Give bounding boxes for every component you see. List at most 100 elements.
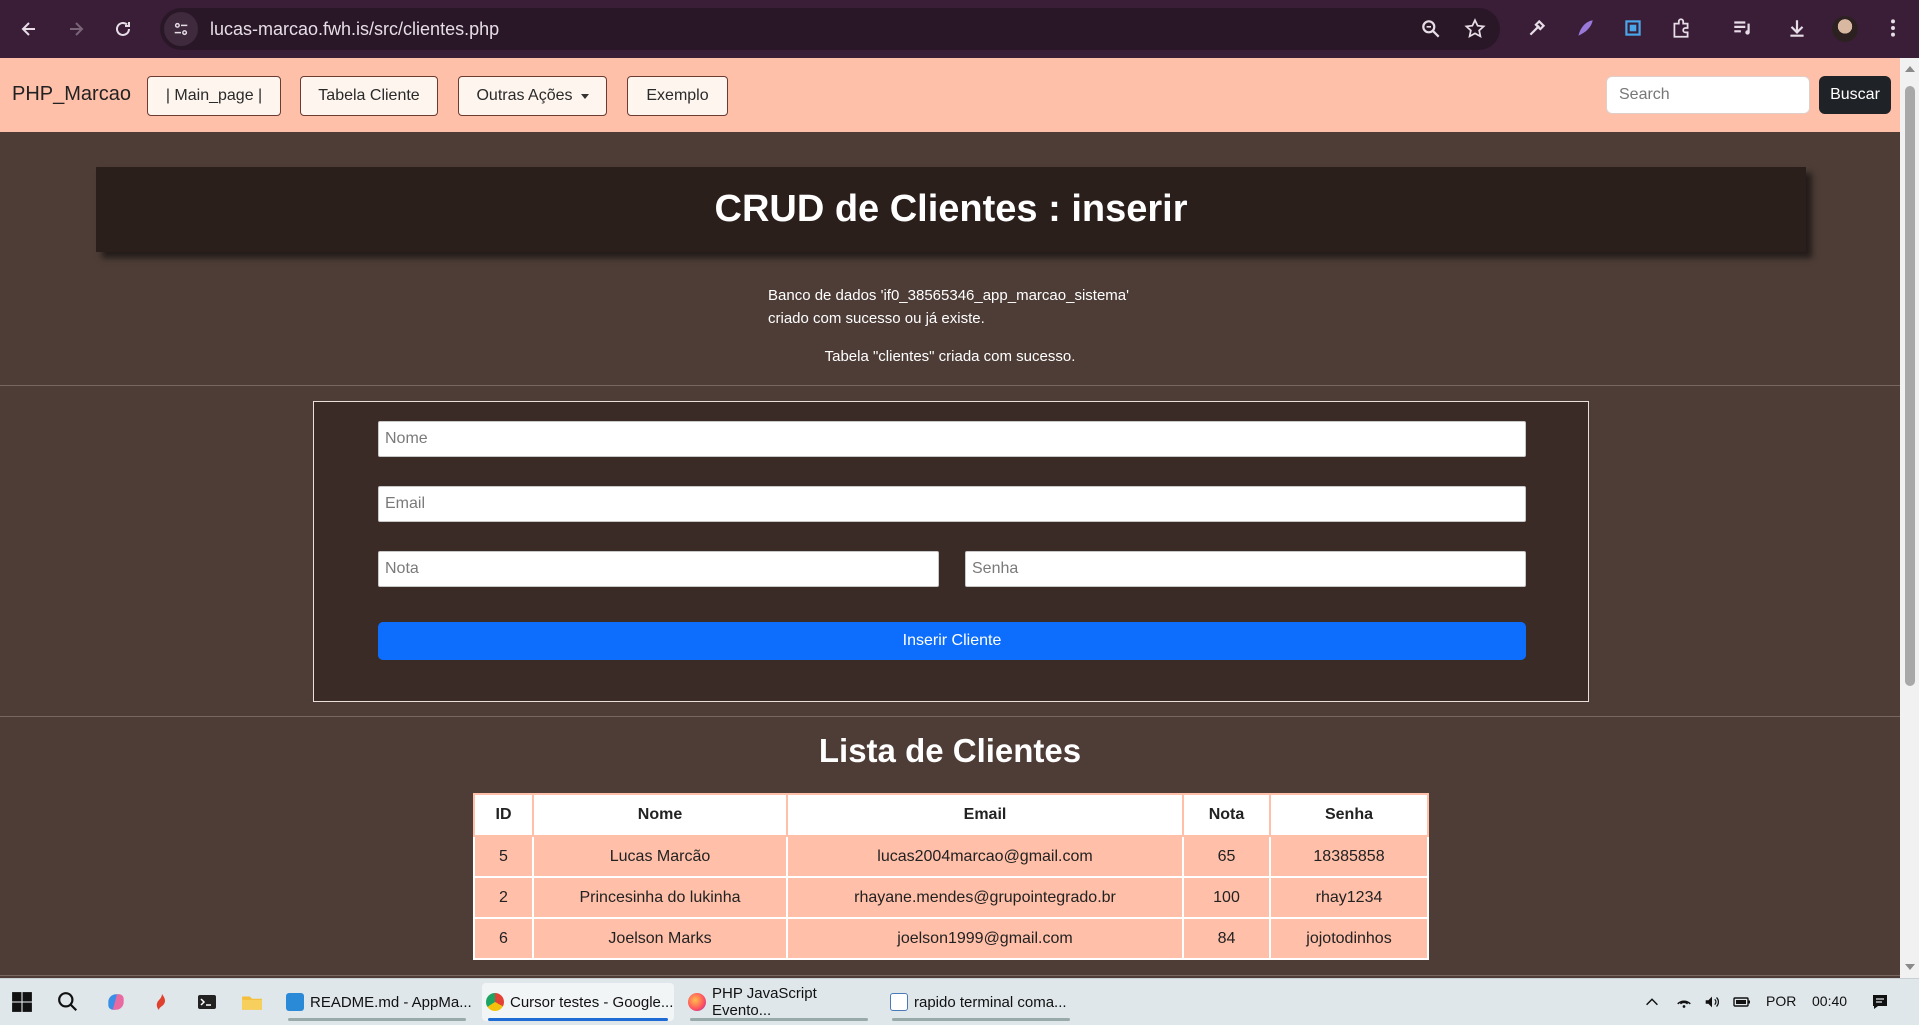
navbar-brand[interactable]: PHP_Marcao (12, 83, 131, 106)
taskbar-app-label: README.md - AppMa... (310, 993, 472, 1011)
clock-time[interactable]: 00:40 (1812, 993, 1847, 1009)
url-text[interactable]: lucas-marcao.fwh.is/src/clientes.php (210, 19, 499, 40)
reload-icon (116, 21, 130, 36)
taskbar-app-label: PHP JavaScript Evento... (712, 985, 817, 1019)
file-explorer-icon[interactable] (238, 988, 266, 1016)
extensions-puzzle-icon[interactable] (1668, 15, 1694, 41)
table-row: 6 Joelson Marks joelson1999@gmail.com 84… (473, 917, 1429, 960)
copilot-icon[interactable] (102, 988, 130, 1016)
cell-nome: Lucas Marcão (532, 835, 788, 878)
cell-nota: 100 (1182, 876, 1271, 919)
senha-field[interactable] (965, 551, 1526, 587)
db-status-message: Banco de dados 'if0_38565346_app_marcao_… (768, 284, 1129, 330)
cell-senha: rhay1234 (1269, 876, 1429, 919)
table-status-message: Tabela "clientes" criada com sucesso. (824, 348, 1076, 365)
firefox-icon (688, 993, 706, 1011)
column-header-email: Email (786, 793, 1184, 837)
cell-nome: Joelson Marks (532, 917, 788, 960)
taskbar-app-label: Cursor testes - Google... (510, 993, 674, 1011)
cell-nota: 84 (1182, 917, 1271, 960)
browser-toolbar: lucas-marcao.fwh.is/src/clientes.php (0, 0, 1919, 58)
zoom-icon[interactable] (1420, 18, 1442, 40)
page-title: CRUD de Clientes : inserir (714, 188, 1188, 230)
taskbar-app-chrome[interactable]: Cursor testes - Google... (482, 983, 674, 1021)
client-list-title: Lista de Clientes (818, 732, 1082, 769)
nome-field[interactable] (378, 421, 1526, 457)
dropdown-label: Outras Ações (476, 87, 573, 104)
scroll-down-icon[interactable] (1905, 964, 1915, 970)
volume-icon[interactable] (1698, 988, 1726, 1016)
column-header-nota: Nota (1182, 793, 1271, 837)
cell-id: 2 (473, 876, 534, 919)
terminal-icon[interactable] (193, 988, 221, 1016)
vscode-icon (286, 993, 304, 1011)
forward-button[interactable] (61, 14, 91, 44)
back-button[interactable] (14, 14, 44, 44)
page-content: CRUD de Clientes : inserir Banco de dado… (0, 132, 1900, 978)
wifi-icon[interactable] (1670, 988, 1698, 1016)
download-icon[interactable] (1784, 15, 1810, 41)
cell-senha: jojotodinhos (1269, 917, 1429, 960)
input-language[interactable]: POR (1766, 993, 1796, 1009)
nota-field[interactable] (378, 551, 939, 587)
more-menu-icon[interactable] (1880, 15, 1906, 41)
page-header: CRUD de Clientes : inserir (96, 167, 1806, 252)
divider (0, 385, 1900, 386)
cell-id: 5 (473, 835, 534, 878)
cell-nota: 65 (1182, 835, 1271, 878)
os-taskbar: README.md - AppMa... Cursor testes - Goo… (0, 978, 1919, 1025)
active-indicator (488, 1018, 668, 1021)
eyedropper-extension-icon[interactable] (1524, 15, 1550, 41)
taskbar-app-firefox[interactable]: PHP JavaScript Evento... (684, 983, 874, 1021)
search-icon[interactable] (54, 988, 82, 1016)
column-header-id: ID (473, 793, 534, 837)
table-row: 5 Lucas Marcão lucas2004marcao@gmail.com… (473, 835, 1429, 878)
table-row: 2 Princesinha do lukinha rhayane.mendes@… (473, 876, 1429, 919)
site-info-icon[interactable] (164, 12, 198, 46)
running-indicator (892, 1018, 1070, 1021)
scroll-up-icon[interactable] (1905, 66, 1915, 72)
media-control-icon[interactable] (1729, 15, 1755, 41)
notepad-icon (890, 993, 908, 1011)
db-status-line-1: Banco de dados 'if0_38565346_app_marcao_… (768, 287, 1129, 304)
arrow-left-icon (21, 22, 35, 36)
nav-tabela-cliente[interactable]: Tabela Cliente (300, 76, 438, 116)
clients-table: ID Nome Email Nota Senha 5 Lucas Marcão … (473, 793, 1429, 960)
divider (0, 975, 1900, 976)
scroll-thumb[interactable] (1905, 86, 1915, 686)
taskbar-app-vscode[interactable]: README.md - AppMa... (282, 983, 472, 1021)
site-navbar: PHP_Marcao | Main_page | Tabela Cliente … (0, 58, 1900, 132)
windows-start-icon[interactable] (8, 988, 36, 1016)
arrow-right-icon (70, 22, 84, 36)
divider (0, 716, 1900, 717)
app-red-icon[interactable] (148, 988, 176, 1016)
page-scrollbar[interactable] (1900, 58, 1919, 978)
taskbar-app-label: rapido terminal coma... (914, 993, 1067, 1011)
cell-email: lucas2004marcao@gmail.com (786, 835, 1184, 878)
table-header-row: ID Nome Email Nota Senha (473, 793, 1429, 837)
column-header-nome: Nome (532, 793, 788, 837)
search-input[interactable] (1606, 76, 1810, 114)
nav-outras-acoes-dropdown[interactable]: Outras Ações (458, 76, 607, 116)
chevron-up-icon[interactable] (1638, 988, 1666, 1016)
db-status-line-2: criado com sucesso ou já existe. (768, 310, 985, 327)
cell-email: joelson1999@gmail.com (786, 917, 1184, 960)
screenshot-extension-icon[interactable] (1620, 15, 1646, 41)
bookmark-star-icon[interactable] (1464, 18, 1486, 40)
cell-email: rhayane.mendes@grupointegrado.br (786, 876, 1184, 919)
feather-extension-icon[interactable] (1572, 15, 1598, 41)
notifications-icon[interactable] (1866, 988, 1894, 1016)
inserir-cliente-button[interactable]: Inserir Cliente (378, 622, 1526, 660)
battery-icon[interactable] (1728, 988, 1756, 1016)
caret-down-icon (580, 93, 589, 99)
search-button[interactable]: Buscar (1819, 76, 1891, 114)
chrome-icon (486, 993, 504, 1011)
nav-main-page[interactable]: | Main_page | (147, 76, 281, 116)
address-bar[interactable]: lucas-marcao.fwh.is/src/clientes.php (160, 8, 1500, 50)
email-field[interactable] (378, 486, 1526, 522)
profile-avatar[interactable] (1832, 16, 1858, 42)
nav-exemplo[interactable]: Exemplo (627, 76, 728, 116)
reload-button[interactable] (108, 14, 138, 44)
taskbar-app-notepad[interactable]: rapido terminal coma... (886, 983, 1076, 1021)
cell-id: 6 (473, 917, 534, 960)
